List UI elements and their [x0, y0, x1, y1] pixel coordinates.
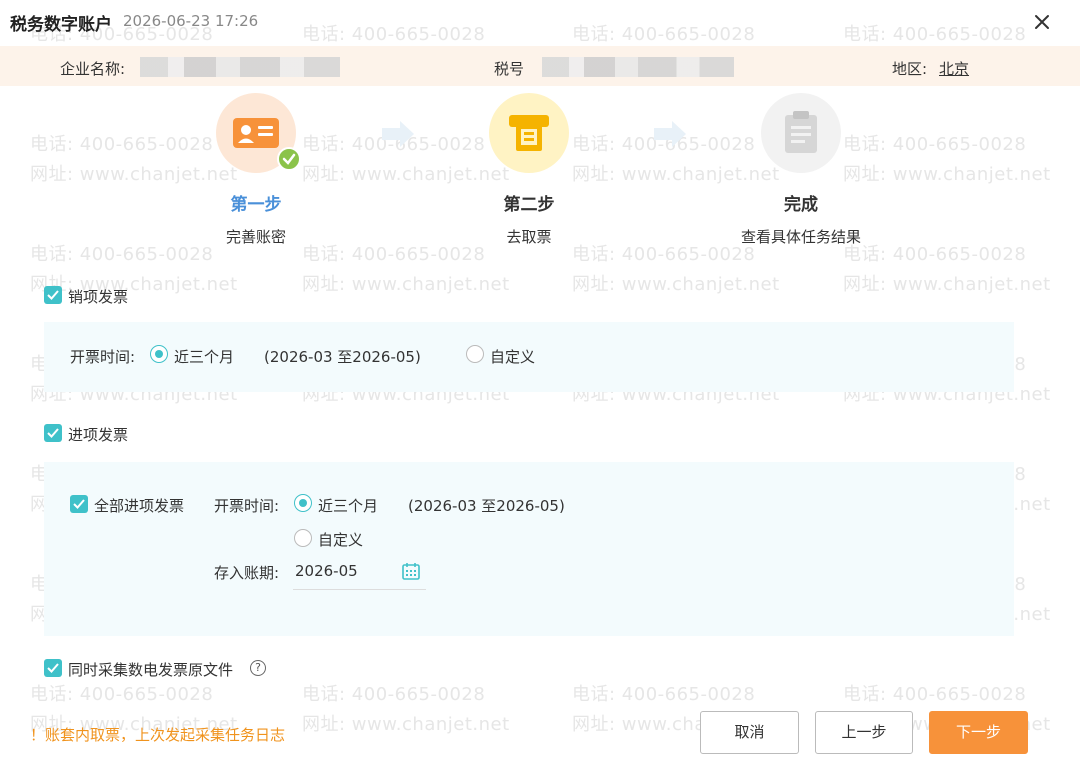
sales-range-text: (2026-03 至2026-05) [264, 348, 421, 366]
sales-time-label: 开票时间: [70, 348, 136, 366]
watermark-site: 网址: www.chanjet.net [302, 714, 510, 735]
purchase-recent-label: 近三个月 [318, 497, 379, 515]
step-1-title: 第一步 [230, 195, 282, 215]
help-icon[interactable]: ? [250, 660, 266, 676]
watermark-site: 网址: www.chanjet.net [572, 274, 780, 295]
step-3-desc: 查看具体任务结果 [740, 228, 861, 246]
collect-original-label: 同时采集数电发票原文件 [68, 661, 234, 679]
period-label: 存入账期: [214, 564, 280, 582]
step-2-title: 第二步 [503, 195, 555, 215]
sales-invoice-checkbox[interactable] [44, 286, 62, 304]
step-2-circle [489, 93, 569, 173]
watermark-site: 网址: www.chanjet.net [30, 164, 238, 185]
company-name-label: 企业名称: [60, 60, 126, 78]
purchase-custom-label: 自定义 [318, 531, 364, 549]
tax-id-label: 税号 [494, 60, 525, 78]
purchase-invoice-checkbox[interactable] [44, 424, 62, 442]
watermark-phone: 电话: 400-665-0028 [30, 134, 214, 155]
watermark-phone: 电话: 400-665-0028 [843, 134, 1027, 155]
watermark-site: 网址: www.chanjet.net [843, 274, 1051, 295]
watermark-site: 网址: www.chanjet.net [302, 274, 510, 295]
step-2-desc: 去取票 [506, 228, 552, 246]
cancel-button[interactable]: 取消 [700, 711, 799, 754]
sales-recent-label: 近三个月 [174, 348, 235, 366]
sales-custom-radio[interactable] [466, 345, 484, 363]
company-info-bar: 企业名称: 税号 地区: 北京 [0, 46, 1080, 86]
sales-recent-radio[interactable] [150, 345, 168, 363]
footer-note-link[interactable]: ！账套内取票，上次发起采集任务日志 [30, 724, 285, 745]
watermark-phone: 电话: 400-665-0028 [302, 684, 486, 705]
period-date-value: 2026-05 [295, 562, 358, 580]
next-step-button[interactable]: 下一步 [929, 711, 1028, 754]
purchase-options-panel [44, 462, 1014, 636]
calendar-icon[interactable] [401, 561, 421, 581]
close-icon[interactable] [1030, 10, 1054, 34]
clipboard-icon [785, 111, 817, 153]
step-1-circle [216, 93, 301, 173]
purchase-time-label: 开票时间: [214, 497, 280, 515]
watermark-site: 网址: www.chanjet.net [843, 164, 1051, 185]
watermark-phone: 电话: 400-665-0028 [572, 684, 756, 705]
watermark-phone: 电话: 400-665-0028 [30, 684, 214, 705]
watermark-site: 网址: www.chanjet.net [302, 164, 510, 185]
step-3-circle [761, 93, 841, 173]
period-date-input[interactable]: 2026-05 [293, 558, 426, 590]
dialog-timestamp: 2026-06-23 17:26 [123, 12, 259, 30]
all-purchase-label: 全部进项发票 [94, 497, 185, 515]
arrow-right-icon [654, 121, 686, 147]
purchase-custom-radio[interactable] [294, 529, 312, 547]
company-name-redacted [140, 57, 340, 77]
step-3-title: 完成 [784, 195, 818, 215]
purchase-recent-radio[interactable] [294, 494, 312, 512]
collect-original-checkbox[interactable] [44, 659, 62, 677]
purchase-invoice-label: 进项发票 [68, 426, 129, 444]
watermark-site: 网址: www.chanjet.net [572, 164, 780, 185]
region-label: 地区: [892, 60, 928, 78]
region-value-link[interactable]: 北京 [939, 58, 969, 79]
purchase-range-text: (2026-03 至2026-05) [408, 497, 565, 515]
dialog-title: 税务数字账户 [10, 15, 112, 35]
tax-id-redacted [542, 57, 734, 77]
ticket-machine-icon [509, 115, 549, 151]
sales-invoice-label: 销项发票 [68, 288, 129, 306]
arrow-right-icon [382, 121, 414, 147]
sales-custom-label: 自定义 [490, 348, 536, 366]
prev-step-button[interactable]: 上一步 [815, 711, 913, 754]
dialog-titlebar: 税务数字账户 2026-06-23 17:26 [0, 0, 1080, 44]
all-purchase-checkbox[interactable] [70, 495, 88, 513]
check-badge-icon [277, 147, 301, 171]
step-1-desc: 完善账密 [225, 228, 286, 246]
watermark-phone: 电话: 400-665-0028 [843, 684, 1027, 705]
